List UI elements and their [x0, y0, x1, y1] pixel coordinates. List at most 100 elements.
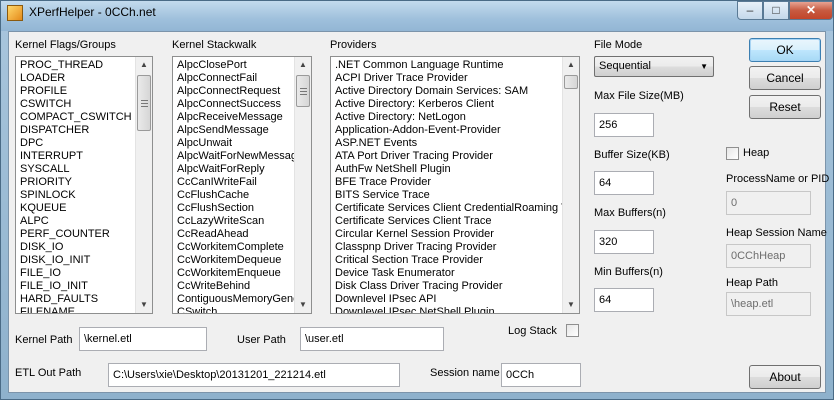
- list-item[interactable]: AlpcClosePort: [175, 59, 294, 72]
- kernel-stackwalk-scrollbar[interactable]: ▲ ▼: [294, 57, 311, 313]
- maximize-button[interactable]: □: [763, 1, 789, 20]
- list-item[interactable]: DISK_IO: [18, 241, 135, 254]
- list-item[interactable]: Downlevel IPsec NetShell Plugin: [333, 306, 562, 313]
- list-item[interactable]: AlpcConnectSuccess: [175, 98, 294, 111]
- list-item[interactable]: Downlevel IPsec API: [333, 293, 562, 306]
- list-item[interactable]: Application-Addon-Event-Provider: [333, 124, 562, 137]
- kernel-flags-list[interactable]: PROC_THREAD LOADER PROFILE CSWITCH COMPACT_C…: [15, 56, 153, 314]
- list-item[interactable]: CcWorkitemEnqueue: [175, 267, 294, 280]
- list-item[interactable]: DISK_IO_INIT: [18, 254, 135, 267]
- scroll-thumb[interactable]: [564, 75, 578, 89]
- scroll-up-arrow-icon[interactable]: ▲: [563, 57, 579, 73]
- list-item[interactable]: FILENAME: [18, 306, 135, 313]
- min-buffers-input[interactable]: 64: [594, 288, 654, 312]
- scroll-up-arrow-icon[interactable]: ▲: [136, 57, 152, 73]
- list-item[interactable]: AlpcConnectRequest: [175, 85, 294, 98]
- list-item[interactable]: CcWriteBehind: [175, 280, 294, 293]
- list-item[interactable]: INTERRUPT: [18, 150, 135, 163]
- list-item[interactable]: CcWorkitemDequeue: [175, 254, 294, 267]
- scroll-down-arrow-icon[interactable]: ▼: [136, 297, 152, 313]
- list-item[interactable]: DPC: [18, 137, 135, 150]
- heap-session-name-input[interactable]: 0CChHeap: [726, 244, 811, 268]
- reset-button[interactable]: Reset: [749, 95, 821, 119]
- heap-path-input[interactable]: \heap.etl: [726, 292, 811, 316]
- providers-list[interactable]: .NET Common Language Runtime ACPI Driver …: [330, 56, 580, 314]
- list-item[interactable]: Disk Class Driver Tracing Provider: [333, 280, 562, 293]
- list-item[interactable]: PERF_COUNTER: [18, 228, 135, 241]
- kernel-stackwalk-label: Kernel Stackwalk: [172, 39, 257, 51]
- kernel-flags-scrollbar[interactable]: ▲ ▼: [135, 57, 152, 313]
- file-mode-select[interactable]: Sequential ▼: [594, 56, 714, 77]
- list-item[interactable]: CcLazyWriteScan: [175, 215, 294, 228]
- list-item[interactable]: AlpcReceiveMessage: [175, 111, 294, 124]
- scroll-down-arrow-icon[interactable]: ▼: [563, 297, 579, 313]
- kernel-flags-label: Kernel Flags/Groups: [15, 39, 116, 51]
- list-item[interactable]: AuthFw NetShell Plugin: [333, 163, 562, 176]
- list-item[interactable]: LOADER: [18, 72, 135, 85]
- scroll-thumb[interactable]: [296, 75, 310, 107]
- list-item[interactable]: CSwitch: [175, 306, 294, 313]
- list-item[interactable]: AlpcUnwait: [175, 137, 294, 150]
- session-name-input[interactable]: 0CCh: [501, 363, 581, 387]
- list-item[interactable]: AlpcWaitForReply: [175, 163, 294, 176]
- list-item[interactable]: KQUEUE: [18, 202, 135, 215]
- list-item[interactable]: BITS Service Trace: [333, 189, 562, 202]
- list-item[interactable]: Critical Section Trace Provider: [333, 254, 562, 267]
- about-button[interactable]: About: [749, 365, 821, 389]
- list-item[interactable]: SPINLOCK: [18, 189, 135, 202]
- list-item[interactable]: BFE Trace Provider: [333, 176, 562, 189]
- list-item[interactable]: Device Task Enumerator: [333, 267, 562, 280]
- title-bar[interactable]: XPerfHelper - 0CCh.net – □ ✕: [1, 1, 833, 31]
- heap-checkbox[interactable]: [726, 147, 739, 160]
- list-item[interactable]: CSWITCH: [18, 98, 135, 111]
- list-item[interactable]: PRIORITY: [18, 176, 135, 189]
- list-item[interactable]: Active Directory: NetLogon: [333, 111, 562, 124]
- list-item[interactable]: Classpnp Driver Tracing Provider: [333, 241, 562, 254]
- kernel-stackwalk-list[interactable]: AlpcClosePort AlpcConnectFail AlpcConnectR…: [172, 56, 312, 314]
- max-buffers-input[interactable]: 320: [594, 230, 654, 254]
- list-item[interactable]: CcWorkitemComplete: [175, 241, 294, 254]
- list-item[interactable]: AlpcWaitForNewMessag: [175, 150, 294, 163]
- list-item[interactable]: Certificate Services Client Trace: [333, 215, 562, 228]
- list-item[interactable]: PROFILE: [18, 85, 135, 98]
- list-item[interactable]: ContiguousMemoryGene: [175, 293, 294, 306]
- list-item[interactable]: ALPC: [18, 215, 135, 228]
- list-item[interactable]: SYSCALL: [18, 163, 135, 176]
- max-file-size-input[interactable]: 256: [594, 113, 654, 137]
- process-name-input[interactable]: 0: [726, 191, 811, 215]
- list-item[interactable]: Certificate Services Client CredentialRo…: [333, 202, 562, 215]
- user-path-input[interactable]: \user.etl: [300, 327, 444, 351]
- kernel-path-input[interactable]: \kernel.etl: [79, 327, 207, 351]
- window-title: XPerfHelper - 0CCh.net: [29, 5, 156, 19]
- list-item[interactable]: CcFlushSection: [175, 202, 294, 215]
- list-item[interactable]: PROC_THREAD: [18, 59, 135, 72]
- list-item[interactable]: Active Directory Domain Services: SAM: [333, 85, 562, 98]
- list-item[interactable]: ACPI Driver Trace Provider: [333, 72, 562, 85]
- list-item[interactable]: AlpcConnectFail: [175, 72, 294, 85]
- log-stack-checkbox[interactable]: [566, 324, 579, 337]
- scroll-down-arrow-icon[interactable]: ▼: [295, 297, 311, 313]
- list-item[interactable]: Active Directory: Kerberos Client: [333, 98, 562, 111]
- list-item[interactable]: CcFlushCache: [175, 189, 294, 202]
- scroll-thumb[interactable]: [137, 75, 151, 131]
- close-button[interactable]: ✕: [789, 1, 833, 20]
- list-item[interactable]: FILE_IO: [18, 267, 135, 280]
- ok-button[interactable]: OK: [749, 38, 821, 62]
- list-item[interactable]: .NET Common Language Runtime: [333, 59, 562, 72]
- list-item[interactable]: AlpcSendMessage: [175, 124, 294, 137]
- list-item[interactable]: Circular Kernel Session Provider: [333, 228, 562, 241]
- list-item[interactable]: HARD_FAULTS: [18, 293, 135, 306]
- list-item[interactable]: ATA Port Driver Tracing Provider: [333, 150, 562, 163]
- list-item[interactable]: ASP.NET Events: [333, 137, 562, 150]
- cancel-button[interactable]: Cancel: [749, 66, 821, 90]
- minimize-button[interactable]: –: [737, 1, 763, 20]
- providers-scrollbar[interactable]: ▲ ▼: [562, 57, 579, 313]
- scroll-up-arrow-icon[interactable]: ▲: [295, 57, 311, 73]
- list-item[interactable]: DISPATCHER: [18, 124, 135, 137]
- list-item[interactable]: FILE_IO_INIT: [18, 280, 135, 293]
- list-item[interactable]: CcCanIWriteFail: [175, 176, 294, 189]
- etl-out-path-input[interactable]: C:\Users\xie\Desktop\20131201_221214.etl: [108, 363, 400, 387]
- buffer-size-input[interactable]: 64: [594, 171, 654, 195]
- list-item[interactable]: COMPACT_CSWITCH: [18, 111, 135, 124]
- list-item[interactable]: CcReadAhead: [175, 228, 294, 241]
